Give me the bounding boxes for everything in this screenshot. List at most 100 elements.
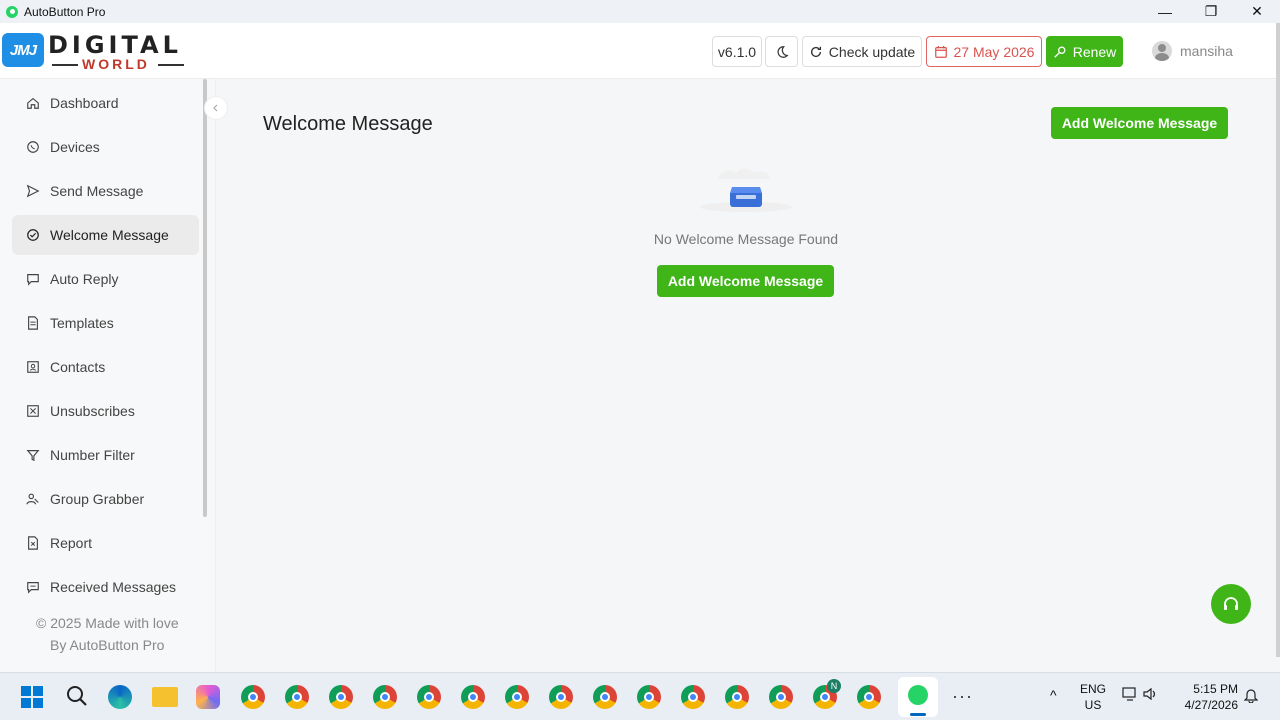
sidebar-item-number-filter[interactable]: Number Filter <box>12 435 199 475</box>
expiry-date-label: 27 May 2026 <box>953 43 1035 60</box>
sidebar-item-label: Send Message <box>50 183 144 199</box>
chat-icon <box>27 274 39 286</box>
calendar-icon <box>934 45 947 58</box>
username: mansiha <box>1180 43 1233 59</box>
logo-badge: JMJ <box>2 33 44 67</box>
logo: JMJ DIGITAL WORLD <box>2 31 192 72</box>
clock-time: 5:15 PM <box>1193 682 1238 696</box>
sidebar-item-received-messages[interactable]: Received Messages <box>12 567 199 607</box>
sidebar-footer: © 2025 Made with love By AutoButton Pro <box>36 612 179 656</box>
sidebar-item-label: Group Grabber <box>50 491 145 507</box>
windows-start-icon[interactable] <box>21 686 43 708</box>
chrome-profile-icon[interactable] <box>373 685 397 709</box>
language-line-1: ENG <box>1080 682 1107 696</box>
app-header: JMJ DIGITAL WORLD v6.1.0 Check update 27… <box>0 23 1276 79</box>
renew-label: Renew <box>1072 43 1117 60</box>
sidebar-item-group-grabber[interactable]: Group Grabber <box>12 479 199 519</box>
logo-text-digital: DIGITAL <box>48 31 182 59</box>
sidebar-item-devices[interactable]: Devices <box>12 127 199 167</box>
check-update-button[interactable]: Check update <box>802 36 922 67</box>
report-icon <box>28 536 38 550</box>
search-icon[interactable] <box>66 685 88 707</box>
group-icon <box>26 493 39 505</box>
key-icon <box>1053 46 1066 58</box>
chrome-profile-icon[interactable] <box>505 685 529 709</box>
moon-icon <box>776 45 789 58</box>
notification-bell-icon[interactable] <box>1244 687 1258 703</box>
sidebar-item-label: Number Filter <box>50 447 135 463</box>
sidebar-item-label: Unsubscribes <box>50 403 135 419</box>
sidebar-item-label: Auto Reply <box>50 271 119 287</box>
chrome-profile-icon[interactable] <box>285 685 309 709</box>
check-update-label: Check update <box>828 43 916 60</box>
expiry-date-button[interactable]: 27 May 2026 <box>926 36 1042 67</box>
send-icon <box>26 184 40 198</box>
chrome-profile-icon[interactable] <box>681 685 705 709</box>
theme-toggle-button[interactable] <box>765 36 798 67</box>
chrome-profile-icon[interactable] <box>549 685 573 709</box>
window-controls: — ❐ ✕ <box>1142 0 1280 23</box>
sidebar-item-dashboard[interactable]: Dashboard <box>12 83 199 123</box>
language-indicator[interactable]: ENG US <box>1080 681 1106 713</box>
support-button[interactable] <box>1211 584 1251 624</box>
chrome-profile-icon[interactable] <box>461 685 485 709</box>
minimize-button[interactable]: — <box>1142 0 1188 23</box>
sidebar-item-auto-reply[interactable]: Auto Reply <box>12 259 199 299</box>
sidebar-item-welcome-message[interactable]: Welcome Message <box>12 215 199 255</box>
network-volume-icons[interactable] <box>1122 687 1158 704</box>
sidebar-item-label: Dashboard <box>50 95 119 111</box>
version-badge[interactable]: v6.1.0 <box>712 36 762 67</box>
chrome-profile-icon[interactable] <box>857 685 881 709</box>
chrome-profile-icon[interactable] <box>329 685 353 709</box>
taskbar: ··· ^ ENG US 5:15 PM 4/27/2026 <box>0 672 1280 720</box>
system-clock[interactable]: 5:15 PM 4/27/2026 <box>1176 681 1238 713</box>
chevron-up-icon[interactable]: ^ <box>1050 687 1057 703</box>
empty-add-welcome-message-button[interactable]: Add Welcome Message <box>657 265 834 297</box>
sidebar-item-label: Contacts <box>50 359 106 375</box>
sidebar-item-send-message[interactable]: Send Message <box>12 171 199 211</box>
sidebar-item-label: Devices <box>50 139 100 155</box>
document-icon <box>28 316 38 330</box>
edge-icon[interactable] <box>108 685 132 709</box>
chrome-icon[interactable] <box>241 685 265 709</box>
logo-text-world: WORLD <box>82 56 150 72</box>
filter-icon <box>26 450 40 462</box>
contact-card-icon <box>27 361 39 373</box>
copilot-icon[interactable] <box>196 685 220 709</box>
footer-line-2: By AutoButton Pro <box>50 637 165 653</box>
add-welcome-message-button[interactable]: Add Welcome Message <box>1051 107 1228 139</box>
user-menu[interactable]: mansiha <box>1152 41 1233 61</box>
sidebar-item-unsubscribes[interactable]: Unsubscribes <box>12 391 199 431</box>
title-bar: AutoButton Pro — ❐ ✕ <box>0 0 1280 23</box>
home-icon <box>27 97 39 109</box>
chrome-profile-icon[interactable] <box>725 685 749 709</box>
volume-icon <box>1143 687 1155 701</box>
more-icon[interactable]: ··· <box>952 686 973 707</box>
main-scrollbar[interactable] <box>1276 23 1280 657</box>
sidebar-item-contacts[interactable]: Contacts <box>12 347 199 387</box>
renew-button[interactable]: Renew <box>1046 36 1123 67</box>
sidebar-scrollbar[interactable] <box>203 79 207 517</box>
whatsapp-icon <box>6 5 18 18</box>
sidebar-item-templates[interactable]: Templates <box>12 303 199 343</box>
close-button[interactable]: ✕ <box>1234 0 1280 23</box>
sidebar-item-label: Received Messages <box>50 579 177 595</box>
chrome-profile-icon[interactable] <box>593 685 617 709</box>
file-explorer-icon[interactable] <box>152 687 178 707</box>
maximize-button[interactable]: ❐ <box>1188 0 1234 23</box>
welcome-icon <box>27 229 39 241</box>
empty-state-text: No Welcome Message Found <box>653 231 839 247</box>
language-line-2: US <box>1084 698 1102 712</box>
logo-divider <box>158 64 184 66</box>
headset-icon <box>1224 597 1238 610</box>
inbox-icon <box>27 582 39 594</box>
chrome-profile-icon[interactable] <box>769 685 793 709</box>
footer-line-1: © 2025 Made with love <box>36 615 179 631</box>
main-content: Welcome Message Add Welcome Message No W… <box>216 79 1276 672</box>
chrome-profile-icon[interactable] <box>417 685 441 709</box>
refresh-icon <box>810 46 821 57</box>
whatsapp-taskbar-icon[interactable] <box>898 677 938 717</box>
sidebar-item-report[interactable]: Report <box>12 523 199 563</box>
chrome-profile-icon[interactable] <box>637 685 661 709</box>
version-label: v6.1.0 <box>717 43 757 60</box>
